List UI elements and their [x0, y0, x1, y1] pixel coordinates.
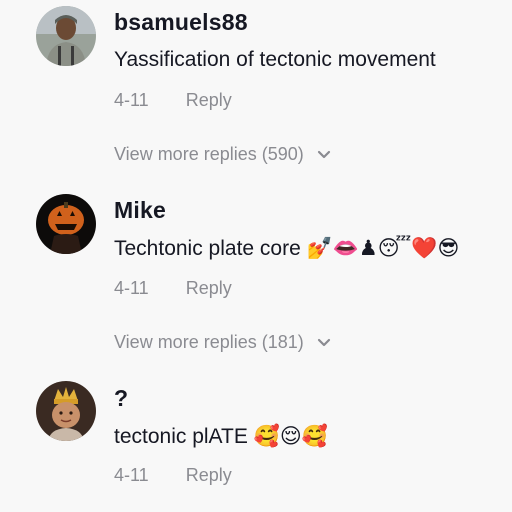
reply-button[interactable]: Reply	[186, 465, 232, 486]
comment-meta: 4-11 Reply	[114, 278, 232, 299]
comment-date: 4-11	[114, 465, 149, 485]
reply-button[interactable]: Reply	[186, 278, 232, 299]
crowned-baby-avatar-icon	[36, 381, 96, 441]
person-avatar-icon	[36, 6, 96, 66]
user-avatar[interactable]	[36, 194, 96, 254]
comment-date: 4-11	[114, 278, 149, 298]
comment-text: tectonic plATE 🥰😌🥰	[114, 425, 328, 448]
comment-meta: 4-11 Reply	[114, 465, 232, 486]
comment-username[interactable]: Mike	[114, 197, 166, 224]
comment-meta: 4-11 Reply	[114, 90, 232, 111]
comment-username[interactable]: bsamuels88	[114, 9, 248, 36]
user-avatar[interactable]	[36, 6, 96, 66]
view-more-replies-button[interactable]: View more replies (590)	[114, 144, 331, 166]
comment-date: 4-11	[114, 90, 149, 110]
chevron-down-icon	[317, 143, 331, 164]
comment-text: Techtonic plate core 💅👄♟😴❤️😎	[114, 237, 460, 260]
reply-button[interactable]: Reply	[186, 90, 232, 111]
view-more-replies-label: View more replies (181)	[114, 332, 304, 352]
jack-o-lantern-avatar-icon	[36, 194, 96, 254]
comment-text: Yassification of tectonic movement	[114, 48, 436, 71]
chevron-down-icon	[317, 331, 331, 352]
view-more-replies-label: View more replies (590)	[114, 144, 304, 164]
user-avatar[interactable]	[36, 381, 96, 441]
comment-username[interactable]: ?	[114, 385, 128, 412]
view-more-replies-button[interactable]: View more replies (181)	[114, 332, 331, 354]
